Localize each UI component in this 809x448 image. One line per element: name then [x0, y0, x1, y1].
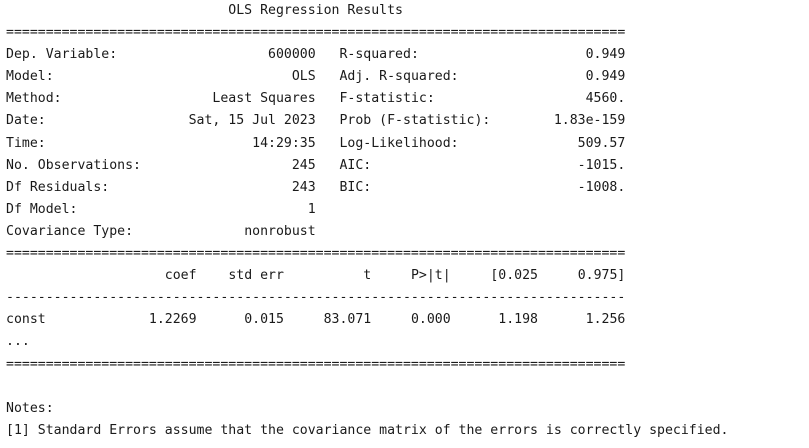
notes-heading-line: Notes: — [6, 398, 729, 420]
info-right-label: AIC: — [339, 157, 515, 173]
model-info-row: Df Model: 1 — [6, 199, 729, 221]
coef-row: const 1.2269 0.015 83.071 0.000 1.198 1.… — [6, 309, 729, 331]
model-info-row: Time: 14:29:35 Log-Likelihood: 509.57 — [6, 133, 729, 155]
coef-value: 1.198 — [450, 312, 538, 328]
ols-summary-output: OLS Regression Results ==================… — [6, 0, 729, 442]
double-rule: ========================================… — [6, 356, 626, 372]
coef-value: 0.000 — [371, 312, 451, 328]
ellipsis-line: ... — [6, 331, 729, 353]
coef-value: 1.2269 — [117, 312, 197, 328]
coef-value: 0.015 — [196, 312, 284, 328]
rule-line: ========================================… — [6, 243, 729, 265]
info-left-value: nonrobust — [172, 223, 316, 239]
model-info-row: Dep. Variable: 600000 R-squared: 0.949 — [6, 44, 729, 66]
notes-heading: Notes: — [6, 400, 54, 416]
model-info-row: Method: Least Squares F-statistic: 4560. — [6, 88, 729, 110]
info-right-value: 509.57 — [514, 135, 626, 151]
note-line: [1] Standard Errors assume that the cova… — [6, 420, 729, 442]
info-right-value: 0.949 — [514, 69, 626, 85]
info-right-label: R-squared: — [339, 47, 515, 63]
info-left-label: Model: — [6, 69, 173, 85]
info-left-label: Df Model: — [6, 201, 173, 217]
info-left-label: Method: — [6, 91, 173, 107]
coef-header: std err — [196, 268, 284, 284]
info-left-label: Time: — [6, 135, 173, 151]
coef-header: t — [283, 268, 372, 284]
coef-value: 83.071 — [283, 312, 372, 328]
info-right-label: BIC: — [339, 179, 515, 195]
rule-line: ========================================… — [6, 22, 729, 44]
info-right-value: 0.949 — [514, 47, 626, 63]
info-right-value: 4560. — [514, 91, 626, 107]
coef-header-row: coef std err t P>|t| [0.025 0.975] — [6, 265, 729, 287]
coef-row-name: const — [6, 312, 118, 328]
info-right-label: Prob (F-statistic): — [339, 113, 515, 129]
info-left-value: Least Squares — [172, 91, 316, 107]
info-right-label: F-statistic: — [339, 91, 515, 107]
coef-value: 1.256 — [538, 312, 626, 328]
info-right-label: Adj. R-squared: — [339, 69, 515, 85]
coef-header: P>|t| — [371, 268, 451, 284]
single-rule: ----------------------------------------… — [6, 290, 626, 306]
note-text: [1] Standard Errors assume that the cova… — [6, 422, 729, 438]
info-right-value: 1.83e-159 — [514, 113, 626, 129]
coef-header: 0.975] — [538, 268, 626, 284]
ellipsis: ... — [6, 334, 30, 350]
info-left-label: Covariance Type: — [6, 223, 173, 239]
info-left-value: Sat, 15 Jul 2023 — [172, 113, 316, 129]
rule-line: ========================================… — [6, 354, 729, 376]
info-left-value: 600000 — [172, 47, 316, 63]
info-left-value: OLS — [172, 69, 316, 85]
info-right-label: Log-Likelihood: — [339, 135, 515, 151]
model-info-row: Date: Sat, 15 Jul 2023 Prob (F-statistic… — [6, 110, 729, 132]
model-info-row: Model: OLS Adj. R-squared: 0.949 — [6, 66, 729, 88]
info-left-label: No. Observations: — [6, 157, 173, 173]
title-line: OLS Regression Results — [6, 0, 729, 22]
info-right-value: -1015. — [514, 157, 626, 173]
info-left-label: Date: — [6, 113, 173, 129]
model-info-row: Df Residuals: 243 BIC: -1008. — [6, 177, 729, 199]
info-right-value: -1008. — [514, 179, 626, 195]
model-info-row: Covariance Type: nonrobust — [6, 221, 729, 243]
info-left-label: Dep. Variable: — [6, 47, 173, 63]
double-rule: ========================================… — [6, 246, 626, 262]
info-left-label: Df Residuals: — [6, 179, 173, 195]
coef-header: coef — [117, 268, 197, 284]
info-left-value: 245 — [172, 157, 316, 173]
rule-line: ----------------------------------------… — [6, 287, 729, 309]
info-left-value: 1 — [172, 201, 316, 217]
summary-title: OLS Regression Results — [6, 3, 403, 18]
info-left-value: 14:29:35 — [172, 135, 316, 151]
double-rule: ========================================… — [6, 25, 626, 41]
model-info-row: No. Observations: 245 AIC: -1015. — [6, 155, 729, 177]
info-left-value: 243 — [172, 179, 316, 195]
coef-header: [0.025 — [450, 268, 538, 284]
